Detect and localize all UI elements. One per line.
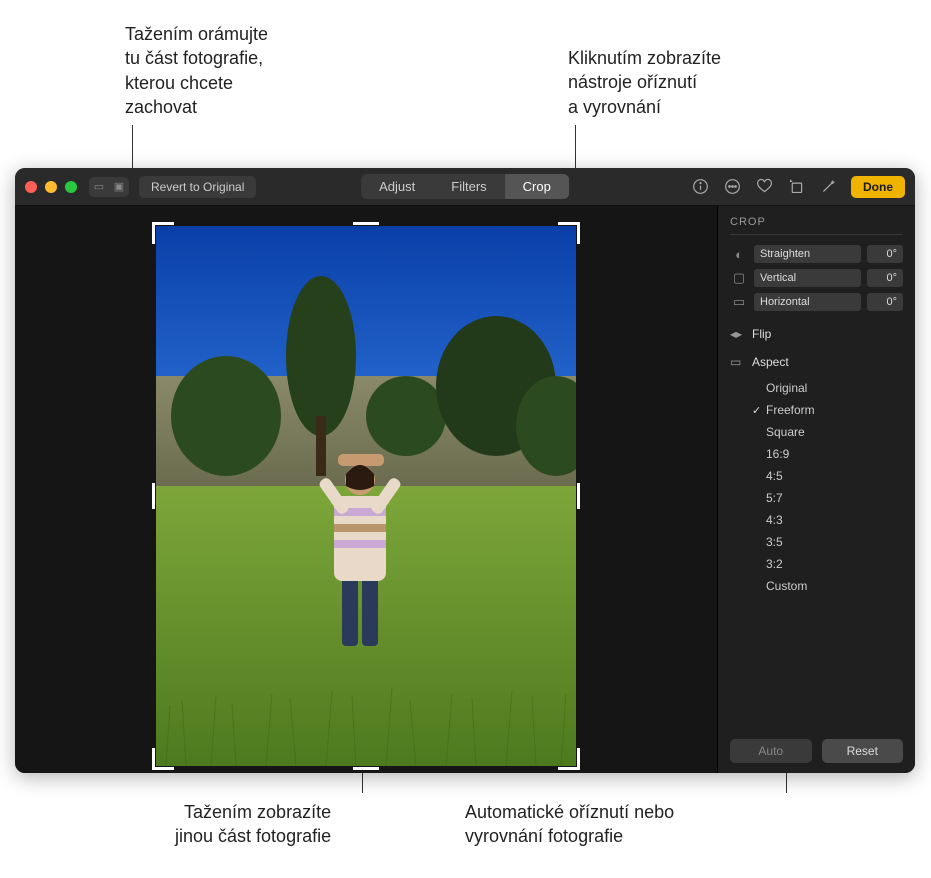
aspect-row[interactable]: ▭ Aspect — [730, 355, 903, 369]
photos-edit-window: ▭ ▣ Revert to Original Adjust Filters Cr… — [15, 168, 915, 773]
aspect-option-label: Original — [766, 381, 807, 395]
crop-side-panel: CROP ◐ Straighten 0° ▢ Vertical 0° ▭ Hor… — [717, 206, 915, 773]
aspect-option-label: Custom — [766, 579, 807, 593]
titlebar: ▭ ▣ Revert to Original Adjust Filters Cr… — [15, 168, 915, 206]
aspect-option[interactable]: Square — [752, 421, 903, 443]
revert-button[interactable]: Revert to Original — [139, 176, 256, 198]
checkmark-icon: ✓ — [752, 404, 766, 417]
crop-handle-top[interactable] — [353, 222, 379, 225]
edit-mode-tabs: Adjust Filters Crop — [361, 174, 569, 199]
horizontal-perspective-icon: ▭ — [730, 294, 748, 310]
aspect-option-label: 16:9 — [766, 447, 789, 461]
aspect-option-list: Original✓FreeformSquare16:94:55:74:33:53… — [752, 377, 903, 597]
aspect-option-label: Square — [766, 425, 805, 439]
callout-crop-tools: Kliknutím zobrazíte nástroje oříznutí a … — [568, 46, 721, 119]
aspect-option-label: 4:3 — [766, 513, 783, 527]
crop-handle-left[interactable] — [152, 483, 155, 509]
horizontal-slider[interactable]: Horizontal — [754, 293, 861, 311]
flip-label: Flip — [752, 327, 771, 341]
aspect-option-label: 5:7 — [766, 491, 783, 505]
aspect-option[interactable]: Original — [752, 377, 903, 399]
crop-handle-top-right[interactable] — [558, 222, 580, 244]
aspect-option[interactable]: 5:7 — [752, 487, 903, 509]
aspect-option[interactable]: 3:5 — [752, 531, 903, 553]
aspect-label: Aspect — [752, 355, 789, 369]
horizontal-row: ▭ Horizontal 0° — [730, 293, 903, 311]
aspect-option[interactable]: 4:5 — [752, 465, 903, 487]
main-area: CROP ◐ Straighten 0° ▢ Vertical 0° ▭ Hor… — [15, 206, 915, 773]
crop-handle-bottom-right[interactable] — [558, 748, 580, 770]
tab-crop[interactable]: Crop — [505, 174, 569, 199]
tab-filters[interactable]: Filters — [433, 174, 504, 199]
right-tools: Done — [691, 176, 905, 198]
more-icon[interactable] — [723, 178, 741, 196]
callout-auto-crop: Automatické oříznutí nebo vyrovnání foto… — [465, 800, 674, 849]
aspect-icon: ▭ — [730, 355, 744, 369]
canvas-area — [15, 206, 717, 773]
zoom-fit-icon[interactable]: ▭ — [89, 177, 109, 197]
panel-footer: Auto Reset — [730, 729, 903, 763]
straighten-icon: ◐ — [730, 247, 748, 262]
tab-adjust[interactable]: Adjust — [361, 174, 433, 199]
aspect-option[interactable]: ✓Freeform — [752, 399, 903, 421]
zoom-segmented[interactable]: ▭ ▣ — [89, 177, 129, 197]
vertical-value: 0° — [867, 269, 903, 287]
flip-icon: ◂▸ — [730, 327, 744, 341]
zoom-window-icon[interactable] — [65, 181, 77, 193]
aspect-option-label: 4:5 — [766, 469, 783, 483]
vertical-perspective-icon: ▢ — [730, 270, 748, 286]
flip-row[interactable]: ◂▸ Flip — [730, 327, 903, 341]
aspect-option[interactable]: 4:3 — [752, 509, 903, 531]
auto-button[interactable]: Auto — [730, 739, 812, 763]
crop-handle-top-left[interactable] — [152, 222, 174, 244]
crop-frame[interactable] — [156, 226, 576, 766]
aspect-option[interactable]: 16:9 — [752, 443, 903, 465]
vertical-slider[interactable]: Vertical — [754, 269, 861, 287]
horizontal-value: 0° — [867, 293, 903, 311]
crop-handle-bottom-left[interactable] — [152, 748, 174, 770]
photo-image[interactable] — [156, 226, 576, 766]
info-icon[interactable] — [691, 178, 709, 196]
window-controls — [25, 181, 77, 193]
done-button[interactable]: Done — [851, 176, 905, 198]
straighten-value: 0° — [867, 245, 903, 263]
aspect-option[interactable]: Custom — [752, 575, 903, 597]
straighten-slider[interactable]: Straighten — [754, 245, 861, 263]
reset-button[interactable]: Reset — [822, 739, 904, 763]
close-window-icon[interactable] — [25, 181, 37, 193]
aspect-option-label: 3:5 — [766, 535, 783, 549]
rotate-icon[interactable] — [787, 178, 805, 196]
callout-crop-frame: Tažením orámujte tu část fotografie, kte… — [125, 22, 268, 119]
aspect-option-label: Freeform — [766, 403, 815, 417]
favorite-icon[interactable] — [755, 178, 773, 196]
panel-title: CROP — [730, 216, 903, 235]
minimize-window-icon[interactable] — [45, 181, 57, 193]
auto-enhance-icon[interactable] — [819, 178, 837, 196]
straighten-row: ◐ Straighten 0° — [730, 245, 903, 263]
zoom-actual-icon[interactable]: ▣ — [109, 177, 129, 197]
crop-handle-right[interactable] — [577, 483, 580, 509]
aspect-option-label: 3:2 — [766, 557, 783, 571]
vertical-row: ▢ Vertical 0° — [730, 269, 903, 287]
aspect-option[interactable]: 3:2 — [752, 553, 903, 575]
crop-handle-bottom[interactable] — [353, 767, 379, 770]
callout-drag-reframe: Tažením zobrazíte jinou část fotografie — [175, 800, 331, 849]
